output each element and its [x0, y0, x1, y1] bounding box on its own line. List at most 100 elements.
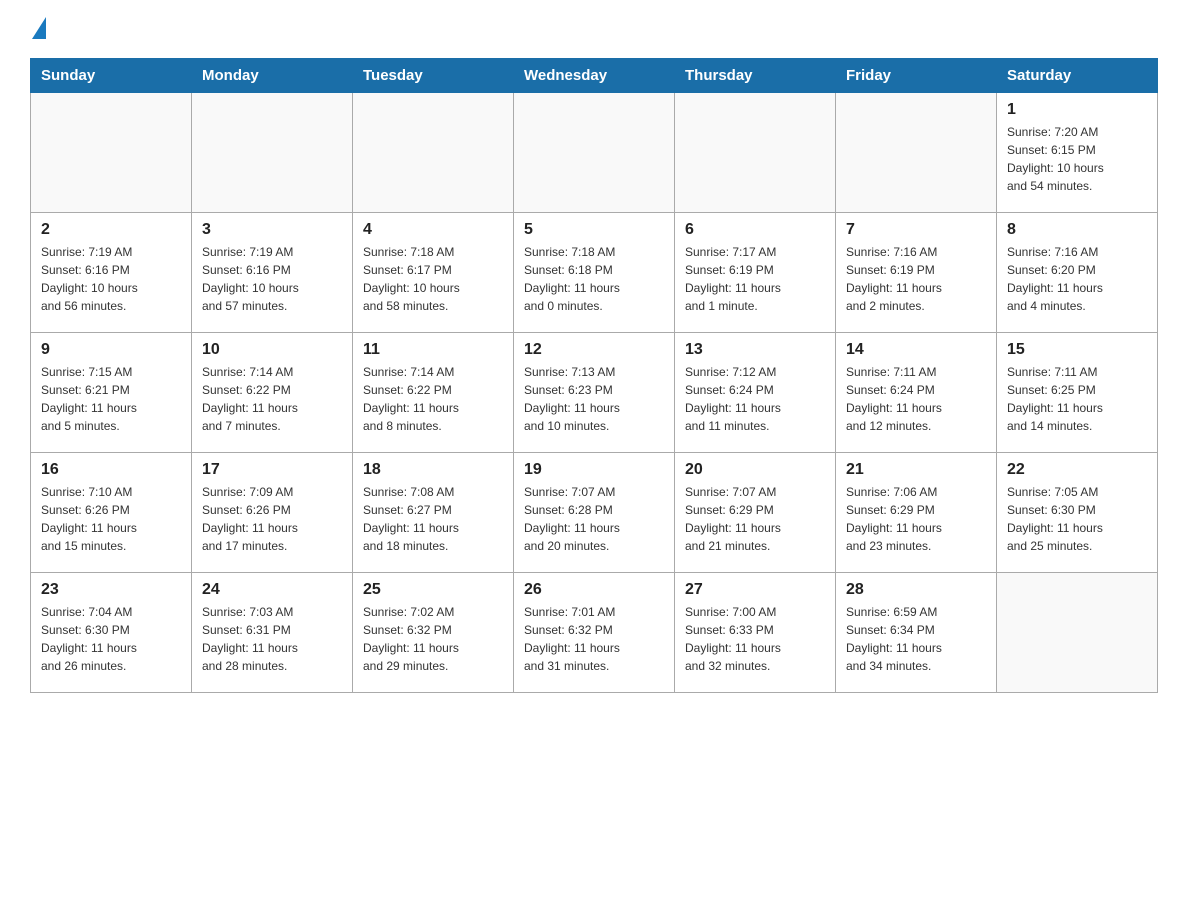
- calendar-header-row: SundayMondayTuesdayWednesdayThursdayFrid…: [31, 59, 1158, 93]
- day-number: 20: [685, 461, 825, 479]
- day-info: Sunrise: 7:19 AM Sunset: 6:16 PM Dayligh…: [202, 243, 342, 315]
- day-info: Sunrise: 7:16 AM Sunset: 6:19 PM Dayligh…: [846, 243, 986, 315]
- day-number: 1: [1007, 101, 1147, 119]
- logo: [30, 20, 46, 38]
- calendar-cell: 11 Sunrise: 7:14 AM Sunset: 6:22 PM Dayli…: [353, 333, 514, 453]
- day-number: 16: [41, 461, 181, 479]
- day-info: Sunrise: 7:10 AM Sunset: 6:26 PM Dayligh…: [41, 483, 181, 555]
- day-info: Sunrise: 7:08 AM Sunset: 6:27 PM Dayligh…: [363, 483, 503, 555]
- calendar-cell: 17 Sunrise: 7:09 AM Sunset: 6:26 PM Dayli…: [192, 453, 353, 573]
- calendar-cell: 20 Sunrise: 7:07 AM Sunset: 6:29 PM Dayli…: [675, 453, 836, 573]
- day-number: 17: [202, 461, 342, 479]
- day-of-week-header: Saturday: [997, 59, 1158, 93]
- calendar-week-row: 1Sunrise: 7:20 AM Sunset: 6:15 PM Daylig…: [31, 93, 1158, 213]
- day-number: 11: [363, 341, 503, 359]
- calendar-cell: 6 Sunrise: 7:17 AM Sunset: 6:19 PM Daylig…: [675, 213, 836, 333]
- day-info: Sunrise: 7:12 AM Sunset: 6:24 PM Dayligh…: [685, 363, 825, 435]
- calendar-cell: 7 Sunrise: 7:16 AM Sunset: 6:19 PM Daylig…: [836, 213, 997, 333]
- calendar-cell: 3 Sunrise: 7:19 AM Sunset: 6:16 PM Daylig…: [192, 213, 353, 333]
- day-info: Sunrise: 7:19 AM Sunset: 6:16 PM Dayligh…: [41, 243, 181, 315]
- calendar-cell: 10 Sunrise: 7:14 AM Sunset: 6:22 PM Dayli…: [192, 333, 353, 453]
- day-number: 15: [1007, 341, 1147, 359]
- logo-triangle-icon: [32, 17, 46, 39]
- day-of-week-header: Wednesday: [514, 59, 675, 93]
- day-number: 26: [524, 581, 664, 599]
- day-number: 18: [363, 461, 503, 479]
- calendar-cell: 22Sunrise: 7:05 AM Sunset: 6:30 PM Dayli…: [997, 453, 1158, 573]
- calendar-week-row: 9 Sunrise: 7:15 AM Sunset: 6:21 PM Daylig…: [31, 333, 1158, 453]
- day-info: Sunrise: 7:18 AM Sunset: 6:18 PM Dayligh…: [524, 243, 664, 315]
- day-number: 7: [846, 221, 986, 239]
- day-info: Sunrise: 7:14 AM Sunset: 6:22 PM Dayligh…: [202, 363, 342, 435]
- day-info: Sunrise: 7:04 AM Sunset: 6:30 PM Dayligh…: [41, 603, 181, 675]
- day-number: 8: [1007, 221, 1147, 239]
- day-number: 12: [524, 341, 664, 359]
- day-info: Sunrise: 7:03 AM Sunset: 6:31 PM Dayligh…: [202, 603, 342, 675]
- calendar-cell: 24 Sunrise: 7:03 AM Sunset: 6:31 PM Dayli…: [192, 573, 353, 693]
- calendar-cell: 12 Sunrise: 7:13 AM Sunset: 6:23 PM Dayli…: [514, 333, 675, 453]
- day-info: Sunrise: 7:13 AM Sunset: 6:23 PM Dayligh…: [524, 363, 664, 435]
- day-of-week-header: Monday: [192, 59, 353, 93]
- calendar-cell: 8 Sunrise: 7:16 AM Sunset: 6:20 PM Daylig…: [997, 213, 1158, 333]
- day-info: Sunrise: 6:59 AM Sunset: 6:34 PM Dayligh…: [846, 603, 986, 675]
- day-info: Sunrise: 7:16 AM Sunset: 6:20 PM Dayligh…: [1007, 243, 1147, 315]
- day-of-week-header: Sunday: [31, 59, 192, 93]
- day-info: Sunrise: 7:14 AM Sunset: 6:22 PM Dayligh…: [363, 363, 503, 435]
- calendar-cell: 4 Sunrise: 7:18 AM Sunset: 6:17 PM Daylig…: [353, 213, 514, 333]
- calendar-week-row: 16 Sunrise: 7:10 AM Sunset: 6:26 PM Dayli…: [31, 453, 1158, 573]
- day-number: 3: [202, 221, 342, 239]
- day-info: Sunrise: 7:07 AM Sunset: 6:29 PM Dayligh…: [685, 483, 825, 555]
- calendar-cell: 1Sunrise: 7:20 AM Sunset: 6:15 PM Daylig…: [997, 93, 1158, 213]
- calendar-cell: 27 Sunrise: 7:00 AM Sunset: 6:33 PM Dayli…: [675, 573, 836, 693]
- page-header: [30, 20, 1158, 38]
- calendar-cell: 16 Sunrise: 7:10 AM Sunset: 6:26 PM Dayli…: [31, 453, 192, 573]
- day-number: 10: [202, 341, 342, 359]
- calendar-table: SundayMondayTuesdayWednesdayThursdayFrid…: [30, 58, 1158, 693]
- day-info: Sunrise: 7:17 AM Sunset: 6:19 PM Dayligh…: [685, 243, 825, 315]
- calendar-cell: 23 Sunrise: 7:04 AM Sunset: 6:30 PM Dayli…: [31, 573, 192, 693]
- day-number: 19: [524, 461, 664, 479]
- day-of-week-header: Friday: [836, 59, 997, 93]
- calendar-cell: 13 Sunrise: 7:12 AM Sunset: 6:24 PM Dayli…: [675, 333, 836, 453]
- calendar-cell: [353, 93, 514, 213]
- day-of-week-header: Tuesday: [353, 59, 514, 93]
- day-info: Sunrise: 7:09 AM Sunset: 6:26 PM Dayligh…: [202, 483, 342, 555]
- calendar-cell: 26 Sunrise: 7:01 AM Sunset: 6:32 PM Dayli…: [514, 573, 675, 693]
- day-number: 4: [363, 221, 503, 239]
- day-info: Sunrise: 7:06 AM Sunset: 6:29 PM Dayligh…: [846, 483, 986, 555]
- calendar-cell: 15 Sunrise: 7:11 AM Sunset: 6:25 PM Dayli…: [997, 333, 1158, 453]
- calendar-cell: [192, 93, 353, 213]
- day-number: 27: [685, 581, 825, 599]
- day-number: 9: [41, 341, 181, 359]
- day-number: 2: [41, 221, 181, 239]
- day-number: 23: [41, 581, 181, 599]
- calendar-cell: 21 Sunrise: 7:06 AM Sunset: 6:29 PM Dayli…: [836, 453, 997, 573]
- day-info: Sunrise: 7:07 AM Sunset: 6:28 PM Dayligh…: [524, 483, 664, 555]
- day-number: 6: [685, 221, 825, 239]
- day-info: Sunrise: 7:18 AM Sunset: 6:17 PM Dayligh…: [363, 243, 503, 315]
- day-info: Sunrise: 7:11 AM Sunset: 6:25 PM Dayligh…: [1007, 363, 1147, 435]
- day-of-week-header: Thursday: [675, 59, 836, 93]
- calendar-cell: 5 Sunrise: 7:18 AM Sunset: 6:18 PM Daylig…: [514, 213, 675, 333]
- day-number: 21: [846, 461, 986, 479]
- calendar-cell: 28Sunrise: 6:59 AM Sunset: 6:34 PM Dayli…: [836, 573, 997, 693]
- day-number: 25: [363, 581, 503, 599]
- day-info: Sunrise: 7:15 AM Sunset: 6:21 PM Dayligh…: [41, 363, 181, 435]
- calendar-cell: [997, 573, 1158, 693]
- calendar-cell: 19 Sunrise: 7:07 AM Sunset: 6:28 PM Dayli…: [514, 453, 675, 573]
- day-number: 14: [846, 341, 986, 359]
- calendar-cell: [514, 93, 675, 213]
- calendar-cell: 18 Sunrise: 7:08 AM Sunset: 6:27 PM Dayli…: [353, 453, 514, 573]
- calendar-cell: 9 Sunrise: 7:15 AM Sunset: 6:21 PM Daylig…: [31, 333, 192, 453]
- day-number: 13: [685, 341, 825, 359]
- day-info: Sunrise: 7:11 AM Sunset: 6:24 PM Dayligh…: [846, 363, 986, 435]
- day-info: Sunrise: 7:00 AM Sunset: 6:33 PM Dayligh…: [685, 603, 825, 675]
- day-number: 5: [524, 221, 664, 239]
- calendar-week-row: 2 Sunrise: 7:19 AM Sunset: 6:16 PM Daylig…: [31, 213, 1158, 333]
- day-info: Sunrise: 7:02 AM Sunset: 6:32 PM Dayligh…: [363, 603, 503, 675]
- calendar-cell: [31, 93, 192, 213]
- calendar-cell: 25 Sunrise: 7:02 AM Sunset: 6:32 PM Dayli…: [353, 573, 514, 693]
- day-info: Sunrise: 7:01 AM Sunset: 6:32 PM Dayligh…: [524, 603, 664, 675]
- day-info: Sunrise: 7:05 AM Sunset: 6:30 PM Dayligh…: [1007, 483, 1147, 555]
- day-number: 24: [202, 581, 342, 599]
